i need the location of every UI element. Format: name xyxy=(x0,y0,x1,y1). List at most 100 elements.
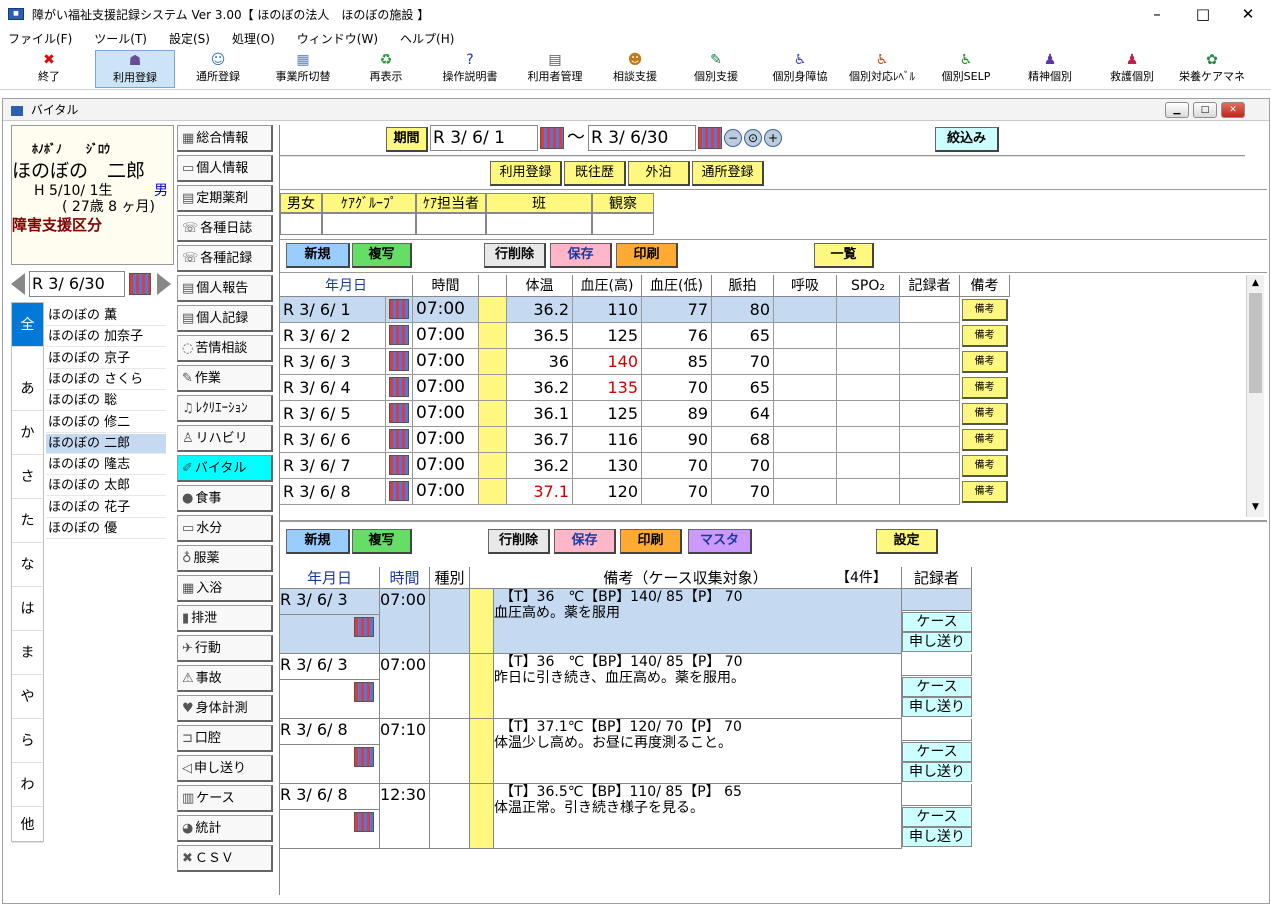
minimize-button[interactable]: – xyxy=(1134,0,1180,28)
case-print-button[interactable]: 印刷 xyxy=(620,529,682,554)
group-val-kansatsu[interactable] xyxy=(592,213,654,235)
vital-bikou-button[interactable]: 備考 xyxy=(962,429,1008,451)
vital-bikou-button[interactable]: 備考 xyxy=(962,377,1008,399)
side-menu-item-9[interactable]: ♫ ﾚｸﾘｴｰｼｮﾝ xyxy=(177,395,273,422)
date-to-calendar-icon[interactable] xyxy=(698,127,722,149)
vital-marker-cell[interactable] xyxy=(479,375,507,401)
vital-pulse-cell[interactable]: 68 xyxy=(712,427,774,453)
vital-recorder-cell[interactable] xyxy=(900,349,960,375)
case-marker-cell[interactable] xyxy=(470,654,494,719)
case-tag-button[interactable]: ケース xyxy=(902,807,972,827)
vital-bph-cell[interactable]: 110 xyxy=(573,297,642,323)
vital-calendar-cell[interactable] xyxy=(386,349,413,375)
vital-pulse-cell[interactable]: 65 xyxy=(712,375,774,401)
calendar-icon[interactable] xyxy=(389,351,409,371)
group-val-caregroup[interactable] xyxy=(322,213,416,235)
user-list-item[interactable]: ほのぼの 聡 xyxy=(46,391,166,412)
vital-bpl-cell[interactable]: 70 xyxy=(642,479,712,505)
vital-spo2-cell[interactable] xyxy=(837,297,900,323)
vital-spo2-cell[interactable] xyxy=(837,323,900,349)
vital-date-cell[interactable]: R 3/ 6/ 2 xyxy=(280,323,386,349)
vital-temp-cell[interactable]: 36.7 xyxy=(507,427,573,453)
side-menu-item-5[interactable]: ▤ 個人報告 xyxy=(177,275,273,302)
vital-row[interactable]: R 3/ 6/ 3 07:00 36 140 85 70 備考 xyxy=(280,349,1010,375)
vital-save-button[interactable]: 保存 xyxy=(550,243,612,268)
vital-date-cell[interactable]: R 3/ 6/ 8 xyxy=(280,479,386,505)
vital-bph-cell[interactable]: 125 xyxy=(573,401,642,427)
group-val-sex[interactable] xyxy=(280,213,322,235)
date-from-field[interactable]: R 3/ 6/ 1 xyxy=(430,125,538,151)
toolbar-button-9[interactable]: ♿ 個別身障協 xyxy=(762,50,838,88)
scroll-up-icon[interactable]: ▲ xyxy=(1247,275,1264,291)
user-list-item[interactable]: ほのぼの 二郎 xyxy=(46,433,166,454)
toolbar-button-1[interactable]: ☗ 利用登録 xyxy=(95,50,175,88)
toolbar-button-0[interactable]: ✖ 終了 xyxy=(8,50,90,88)
vital-bpl-cell[interactable]: 89 xyxy=(642,401,712,427)
calendar-icon[interactable] xyxy=(389,481,409,501)
vital-temp-cell[interactable]: 36.1 xyxy=(507,401,573,427)
list-date-field[interactable]: R 3/ 6/30 xyxy=(29,271,125,297)
vital-spo2-cell[interactable] xyxy=(837,349,900,375)
case-tag-button[interactable]: ケース xyxy=(902,677,972,697)
vital-bikou-button[interactable]: 備考 xyxy=(962,325,1008,347)
side-menu-item-12[interactable]: ● 食事 xyxy=(177,485,273,512)
date-from-calendar-icon[interactable] xyxy=(540,127,564,149)
case-type-cell[interactable] xyxy=(430,589,470,654)
case-row[interactable]: R 3/ 6/ 8 07:10 【T】37.1℃【BP】120/ 70【P】 70 体… xyxy=(280,719,972,784)
vital-bph-cell[interactable]: 130 xyxy=(573,453,642,479)
case-time-cell[interactable]: 07:10 xyxy=(380,719,430,784)
vital-bpl-cell[interactable]: 76 xyxy=(642,323,712,349)
side-menu-item-20[interactable]: ⊐ 口腔 xyxy=(177,725,273,752)
side-menu-item-17[interactable]: ✈ 行動 xyxy=(177,635,273,662)
scroll-down-icon[interactable]: ▼ xyxy=(1247,499,1264,515)
user-list-item[interactable]: ほのぼの 花子 xyxy=(46,498,166,518)
case-date-cell[interactable]: R 3/ 6/ 3 xyxy=(280,654,380,680)
case-new-button[interactable]: 新規 xyxy=(286,529,350,554)
vital-time-cell[interactable]: 07:00 xyxy=(413,349,479,375)
maximize-button[interactable]: □ xyxy=(1180,0,1226,28)
vital-temp-cell[interactable]: 36.2 xyxy=(507,375,573,401)
vital-pulse-cell[interactable]: 70 xyxy=(712,453,774,479)
vital-bpl-cell[interactable]: 70 xyxy=(642,453,712,479)
kana-tab-10[interactable]: わ xyxy=(12,763,43,807)
vital-calendar-cell[interactable] xyxy=(386,297,413,323)
vital-bikou-button[interactable]: 備考 xyxy=(962,299,1008,321)
user-list-item[interactable]: ほのぼの さくら xyxy=(46,370,166,390)
side-menu-item-14[interactable]: ♁ 服薬 xyxy=(177,545,273,572)
user-list-item[interactable]: ほのぼの 加奈子 xyxy=(46,327,166,348)
side-menu-item-8[interactable]: ✎ 作業 xyxy=(177,365,273,392)
toolbar-button-3[interactable]: ▦ 事業所切替 xyxy=(262,50,344,88)
case-master-button[interactable]: マスタ xyxy=(688,529,752,554)
vital-bpl-cell[interactable]: 90 xyxy=(642,427,712,453)
case-row[interactable]: R 3/ 6/ 8 12:30 【T】36.5℃【BP】110/ 85【P】 65 体… xyxy=(280,784,972,849)
vital-time-cell[interactable]: 07:00 xyxy=(413,401,479,427)
vital-spo2-cell[interactable] xyxy=(837,401,900,427)
kana-tab-2[interactable]: か xyxy=(12,411,43,455)
kana-tab-0[interactable]: 全 xyxy=(12,303,43,347)
toolbar-button-6[interactable]: ▤ 利用者管理 xyxy=(515,50,595,88)
vital-recorder-cell[interactable] xyxy=(900,375,960,401)
vital-bpl-cell[interactable]: 77 xyxy=(642,297,712,323)
vital-recorder-cell[interactable] xyxy=(900,401,960,427)
side-menu-item-7[interactable]: ◌ 苦情相談 xyxy=(177,335,273,362)
calendar-icon[interactable] xyxy=(129,273,151,295)
next-date-icon[interactable] xyxy=(157,273,171,295)
toolbar-button-2[interactable]: ☺ 通所登録 xyxy=(180,50,256,88)
vital-time-cell[interactable]: 07:00 xyxy=(413,427,479,453)
vital-scrollbar[interactable]: ▲ ▼ xyxy=(1246,275,1264,517)
vital-pulse-cell[interactable]: 80 xyxy=(712,297,774,323)
vital-marker-cell[interactable] xyxy=(479,349,507,375)
case-row[interactable]: R 3/ 6/ 3 07:00 【T】36 ℃【BP】140/ 85【P】 70 血圧… xyxy=(280,589,972,654)
group-val-han[interactable] xyxy=(486,213,592,235)
kana-tab-7[interactable]: ま xyxy=(12,631,43,675)
menu-window[interactable]: ウィンドウ(W) xyxy=(289,30,386,47)
toolbar-button-4[interactable]: ♻ 再表示 xyxy=(348,50,424,88)
moushiokuri-tag-button[interactable]: 申し送り xyxy=(902,632,972,652)
vital-spo2-cell[interactable] xyxy=(837,453,900,479)
case-recorder-cell[interactable] xyxy=(902,784,972,806)
vital-date-cell[interactable]: R 3/ 6/ 6 xyxy=(280,427,386,453)
vital-recorder-cell[interactable] xyxy=(900,297,960,323)
vital-recorder-cell[interactable] xyxy=(900,479,960,505)
vital-bph-cell[interactable]: 135 xyxy=(573,375,642,401)
calendar-icon[interactable] xyxy=(354,682,374,702)
